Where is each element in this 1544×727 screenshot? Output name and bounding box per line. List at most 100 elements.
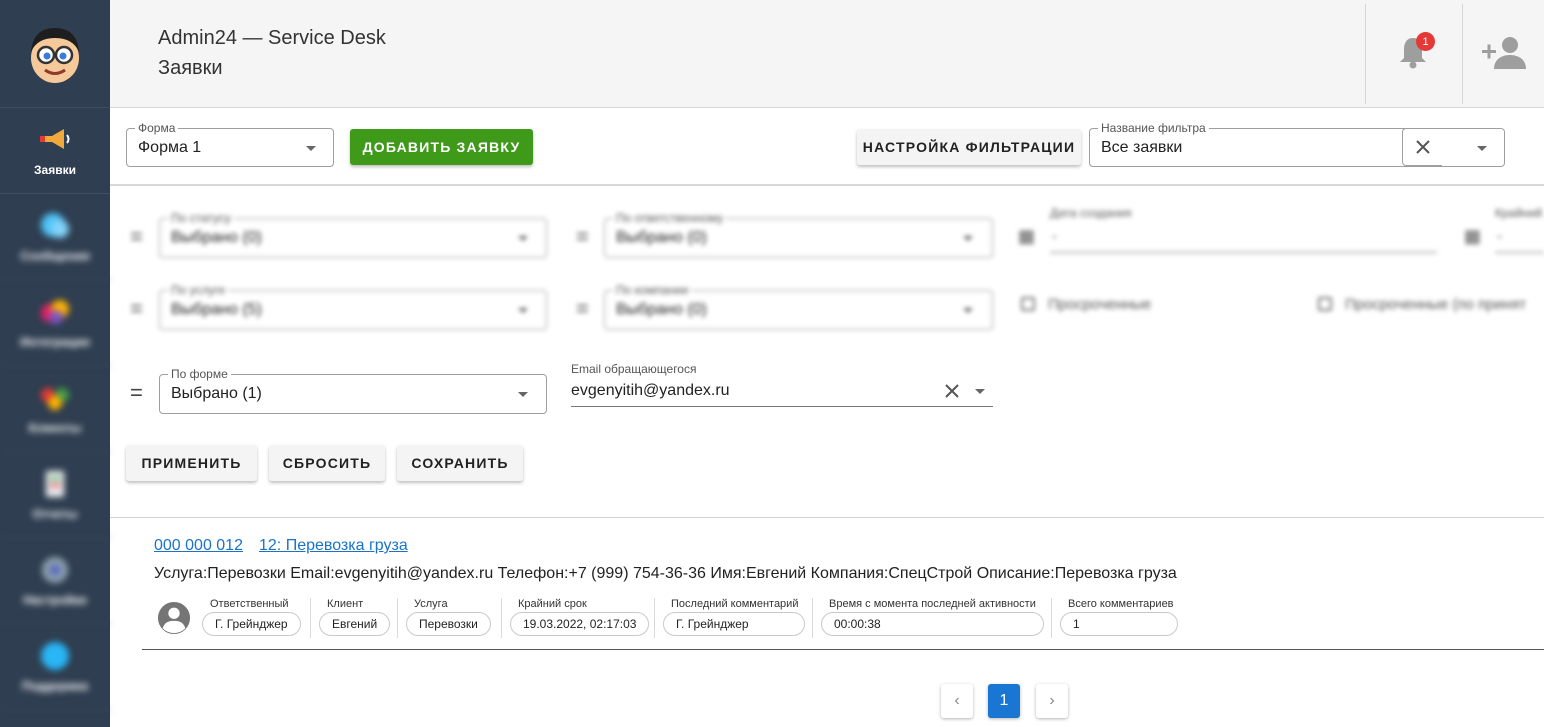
field-divider <box>654 598 655 638</box>
field-divider <box>397 598 398 638</box>
sidebar-item-messages[interactable]: Сообщения <box>0 194 110 280</box>
ticket-field-activity: Время с момента последней активности 00:… <box>821 598 1044 636</box>
form-filter-label: По форме <box>168 367 231 381</box>
responsible-filter[interactable]: По ответственному Выбрано (0) <box>604 211 993 258</box>
company-filter[interactable]: По компании Выбрано (0) <box>604 283 993 330</box>
close-icon[interactable] <box>944 383 960 399</box>
overdue-accept-checkbox[interactable] <box>1318 297 1332 311</box>
created-date-label: Дата создания <box>1050 206 1132 220</box>
field-value[interactable]: Евгений <box>319 612 391 636</box>
form-filter[interactable]: По форме Выбрано (1) <box>159 367 547 414</box>
calendar-icon[interactable]: ▦ <box>1464 226 1481 247</box>
field-label: Услуга <box>414 598 448 610</box>
ticket-description: Услуга:Перевозки Email:evgenyitih@yandex… <box>154 565 1177 582</box>
megaphone-icon <box>38 125 72 155</box>
integration-icon <box>38 297 72 327</box>
calendar-icon[interactable]: ▦ <box>1018 226 1035 247</box>
sidebar-item-label: Интеграции <box>20 334 90 349</box>
field-value[interactable]: 19.03.2022, 02:17:03 <box>510 612 650 636</box>
sidebar-item-settings[interactable]: Настройки <box>0 538 110 624</box>
sidebar-item-label: Настройки <box>23 592 87 607</box>
chevron-down-icon <box>518 308 528 313</box>
service-filter-label: По услуге <box>168 283 229 297</box>
field-label: Последний комментарий <box>671 598 799 610</box>
report-icon <box>38 469 72 499</box>
settings-icon <box>38 555 72 585</box>
sidebar: Заявки Сообщения Интеграции Клиенты Отче… <box>0 0 110 727</box>
ticket-field-comments-total: Всего комментариев 1 <box>1060 598 1178 636</box>
service-filter-value: Выбрано (5) <box>171 301 262 318</box>
field-label: Крайний срок <box>518 598 587 610</box>
email-filter-label: Email обращающегося <box>571 362 697 376</box>
deadline-date-label: Крайний <box>1495 206 1543 220</box>
cartoon-face-icon <box>31 27 79 83</box>
add-request-button[interactable]: ДОБАВИТЬ ЗАЯВКУ <box>350 129 533 165</box>
sidebar-item-label: Отчеты <box>32 506 78 521</box>
field-value[interactable]: Перевозки <box>406 612 491 636</box>
service-filter[interactable]: По услуге Выбрано (5) <box>159 283 547 330</box>
page-1-button[interactable]: 1 <box>988 684 1020 718</box>
apply-button[interactable]: ПРИМЕНИТЬ <box>126 445 257 481</box>
form-select-label: Форма <box>135 121 179 135</box>
ticket-number-link[interactable]: 000 000 012 <box>154 537 243 555</box>
chevron-down-icon <box>518 392 528 397</box>
header-divider <box>1365 4 1366 104</box>
page-title: Заявки <box>158 57 223 79</box>
status-filter-value: Выбрано (0) <box>171 229 262 246</box>
sidebar-item-integrations[interactable]: Интеграции <box>0 280 110 366</box>
close-icon <box>1415 140 1430 154</box>
overdue-accept-label: Просроченные (по принят <box>1345 296 1527 313</box>
avatar-logo[interactable] <box>0 0 110 108</box>
equals-icon: = <box>130 380 143 405</box>
equals-icon: = <box>576 296 589 321</box>
divider <box>110 517 1544 518</box>
chevron-down-icon <box>1477 146 1487 151</box>
field-label: Клиент <box>327 598 364 610</box>
next-page-button[interactable]: › <box>1036 684 1068 718</box>
status-filter-label: По статусу <box>168 211 234 225</box>
notification-badge: 1 <box>1416 32 1435 51</box>
equals-icon: = <box>576 224 589 249</box>
field-value[interactable]: Г. Грейнджер <box>663 612 805 636</box>
filter-name-label: Название фильтра <box>1098 121 1209 135</box>
form-select[interactable]: Форма Форма 1 <box>126 121 334 167</box>
save-button[interactable]: СОХРАНИТЬ <box>397 445 523 481</box>
app-title: Admin24 — Service Desk <box>158 27 386 49</box>
status-filter[interactable]: По статусу Выбрано (0) <box>159 211 547 258</box>
chevron-down-icon <box>963 308 973 313</box>
field-value[interactable]: 00:00:38 <box>821 612 1044 636</box>
overdue-checkbox[interactable] <box>1021 297 1035 311</box>
responsible-filter-label: По ответственному <box>613 211 727 225</box>
field-label: Время с момента последней активности <box>829 598 1036 610</box>
sidebar-item-support[interactable]: Поддержка <box>0 624 110 710</box>
prev-page-button[interactable]: ‹ <box>941 684 973 718</box>
ticket-field-deadline: Крайний срок 19.03.2022, 02:17:03 <box>510 598 650 636</box>
email-filter-input[interactable]: evgenyitih@yandex.ru <box>571 382 730 400</box>
ticket-field-responsible: Ответственный Г. Грейнджер <box>202 598 301 636</box>
filter-settings-button[interactable]: НАСТРОЙКА ФИЛЬТРАЦИИ <box>857 129 1081 165</box>
clients-icon <box>38 383 72 413</box>
clear-filter-button[interactable] <box>1402 128 1442 166</box>
chevron-down-icon[interactable] <box>975 389 985 394</box>
field-divider <box>812 598 813 638</box>
filter-name-value: Все заявки <box>1101 139 1183 156</box>
field-divider <box>1051 598 1052 638</box>
field-value[interactable]: 1 <box>1060 612 1178 636</box>
email-filter-underline <box>571 406 993 407</box>
filter-name-select[interactable]: Название фильтра Все заявки <box>1089 121 1505 167</box>
ticket-field-last-comment: Последний комментарий Г. Грейнджер <box>663 598 805 636</box>
field-value[interactable]: Г. Грейнджер <box>202 612 301 636</box>
deadline-date-value[interactable]: - <box>1497 228 1502 245</box>
sidebar-item-reports[interactable]: Отчеты <box>0 452 110 538</box>
sidebar-item-clients[interactable]: Клиенты <box>0 366 110 452</box>
created-date-value[interactable]: - <box>1052 228 1057 245</box>
support-icon <box>38 641 72 671</box>
header-divider <box>1462 4 1463 104</box>
sidebar-item-label: Сообщения <box>20 248 90 263</box>
add-user-icon[interactable] <box>1482 35 1528 71</box>
field-label: Ответственный <box>210 598 289 610</box>
reset-button[interactable]: СБРОСИТЬ <box>269 445 385 481</box>
ticket-title-link[interactable]: 12: Перевозка груза <box>259 537 408 555</box>
sidebar-item-requests[interactable]: Заявки <box>0 108 110 194</box>
created-date-underline <box>1050 252 1437 253</box>
